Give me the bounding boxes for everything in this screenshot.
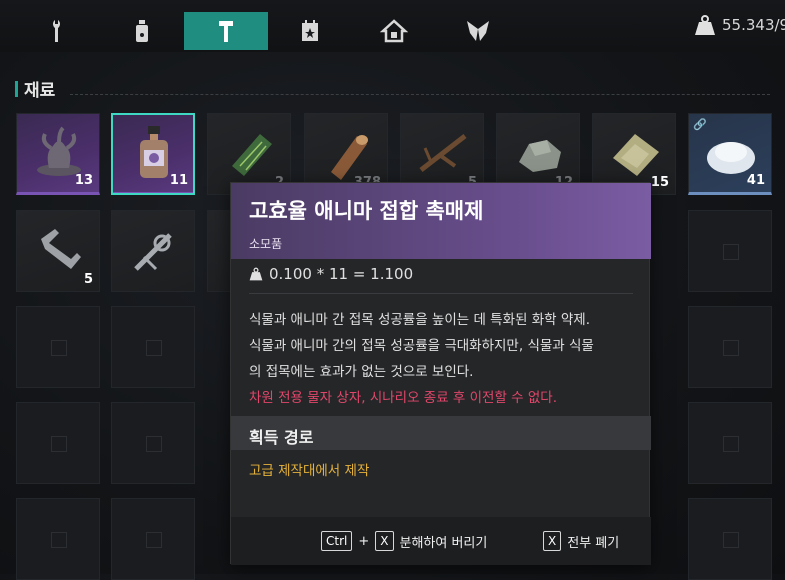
inventory-slot-tentacle-figurine[interactable]: 13 xyxy=(16,113,100,195)
inventory-slot-catalyst-bottle[interactable]: 11 xyxy=(111,113,195,195)
disassemble-label: 분해하여 버리기 xyxy=(399,535,488,551)
tab-consumables[interactable] xyxy=(100,12,184,50)
inventory-slot-empty[interactable] xyxy=(111,306,195,388)
section-accent-bar xyxy=(15,80,18,97)
item-title: 고효율 애니마 접합 촉매제 xyxy=(249,199,484,223)
carry-weight: 55.343/9 xyxy=(694,14,785,36)
inventory-slot-empty[interactable] xyxy=(688,402,772,484)
description-line: 식물과 애니마 간 접목 성공률을 높이는 데 특화된 화학 약제. xyxy=(249,312,590,328)
item-type: 소모품 xyxy=(249,237,283,251)
discard-all-label: 전부 폐기 xyxy=(567,535,620,551)
tooltip-header: 고효율 애니마 접합 촉매제 소모품 xyxy=(231,183,651,259)
inventory-slot-empty[interactable] xyxy=(688,498,772,580)
x-key-hint: X xyxy=(375,531,394,551)
tooltip-divider xyxy=(249,293,633,294)
inventory-slot-empty[interactable] xyxy=(688,306,772,388)
calendar-star-icon xyxy=(302,20,318,41)
inventory-slot-empty[interactable] xyxy=(688,210,772,292)
section-header: 재료 xyxy=(15,76,55,101)
section-divider xyxy=(70,94,770,95)
ctrl-key-hint: Ctrl xyxy=(321,531,353,551)
inventory-slot-empty[interactable] xyxy=(16,306,100,388)
inventory-slot-salt-crystals[interactable]: 🔗 41 xyxy=(688,113,772,195)
tab-materials[interactable] xyxy=(184,12,268,50)
inventory-slot-clamp[interactable]: 5 xyxy=(16,210,100,292)
wooden-log-icon xyxy=(331,135,368,180)
acquisition-source: 고급 제작대에서 제작 xyxy=(249,463,370,479)
metal-clamp-icon xyxy=(41,229,81,269)
branch-icon xyxy=(419,134,467,172)
x-key-hint: X xyxy=(543,531,562,551)
weight-icon xyxy=(249,267,263,281)
item-weight-value: 0.100 * 11 = 1.100 xyxy=(269,265,414,283)
bottle-icon xyxy=(136,20,148,42)
disassemble-action[interactable]: Ctrl + X 분해하여 버리기 xyxy=(321,531,487,551)
item-count: 41 xyxy=(746,173,765,188)
weight-icon xyxy=(695,15,715,35)
hammer-icon xyxy=(219,21,233,42)
item-count: 11 xyxy=(169,173,188,188)
description-line: 의 접목에는 효과가 없는 것으로 보인다. xyxy=(249,364,474,380)
item-count: 13 xyxy=(74,173,93,188)
description-line: 식물과 애니마 간의 접목 성공률을 극대화하지만, 식물과 식물 xyxy=(249,338,594,354)
inventory-slot-empty[interactable] xyxy=(16,498,100,580)
tab-housing[interactable] xyxy=(352,12,436,50)
inventory-slot-empty[interactable] xyxy=(111,498,195,580)
transfer-warning: 차원 전용 물자 상자, 시나리오 종료 후 이전할 수 없다. xyxy=(249,390,558,406)
item-count: 5 xyxy=(83,272,93,287)
discard-all-action[interactable]: X 전부 폐기 xyxy=(543,531,619,551)
item-description: 식물과 애니마 간 접목 성공률을 높이는 데 특화된 화학 약제. 식물과 애… xyxy=(249,307,641,411)
stone-icon xyxy=(519,140,561,172)
inventory-slot-mechanism[interactable] xyxy=(111,210,195,292)
acquisition-title: 획득 경로 xyxy=(249,428,314,447)
item-weight: 0.100 * 11 = 1.100 xyxy=(249,265,413,283)
tab-events[interactable] xyxy=(268,12,352,50)
mechanism-part-icon xyxy=(134,233,172,271)
inventory-slot-empty[interactable] xyxy=(111,402,195,484)
item-tooltip: 고효율 애니마 접합 촉매제 소모품 0.100 * 11 = 1.100 식물… xyxy=(230,182,651,565)
house-icon xyxy=(380,19,408,43)
circuit-board-icon xyxy=(232,134,272,176)
tooltip-footer: Ctrl + X 분해하여 버리기 X 전부 폐기 xyxy=(231,517,651,565)
wings-icon xyxy=(467,21,489,41)
wrench-icon xyxy=(53,20,60,42)
carry-weight-value: 55.343/9 xyxy=(722,16,785,34)
inventory-slot-empty[interactable] xyxy=(16,402,100,484)
plus-sign: + xyxy=(358,533,370,549)
top-nav-bar: 55.343/9 xyxy=(0,0,785,52)
item-count: 15 xyxy=(650,175,669,190)
section-title: 재료 xyxy=(24,81,56,101)
acquisition-header: 획득 경로 xyxy=(231,416,651,450)
tab-tools[interactable] xyxy=(16,12,100,50)
fabric-scrap-icon xyxy=(613,134,659,176)
tab-costume[interactable] xyxy=(436,12,520,50)
